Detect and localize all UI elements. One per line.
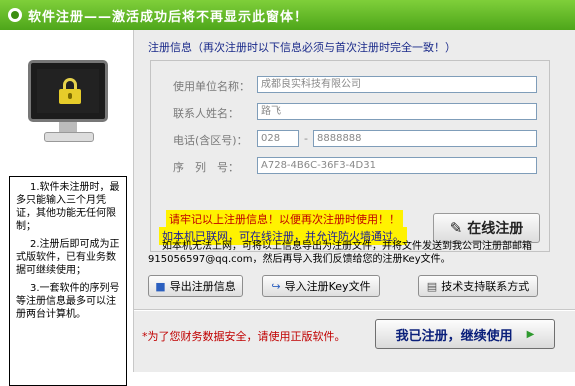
registration-info-group: 使用单位名称： 成都良实科技有限公司 联系人姓名： 路飞 电话(含区号)： 02…	[150, 60, 550, 252]
note-item: 3.一套软件的序列号等注册信息最多可以注册两台计算机。	[16, 283, 120, 320]
divider	[134, 309, 575, 311]
import-arrow-icon: ↪	[271, 279, 281, 293]
tech-support-label: 技术支持联系方式	[441, 280, 530, 293]
export-label: 导出注册信息	[169, 280, 236, 293]
main-panel: 注册信息（再次注册时以下信息必须与首次注册时完全一致！） 使用单位名称： 成都良…	[133, 30, 575, 372]
confirm-label: 我已注册，继续使用	[395, 328, 513, 344]
play-arrow-icon: ▶	[526, 328, 535, 340]
export-info-button[interactable]: ■ 导出注册信息	[148, 275, 243, 297]
contact-name-field[interactable]: 路飞	[257, 103, 537, 120]
phone-dash: -	[304, 132, 308, 145]
serial-label: 序 列 号：	[173, 161, 239, 174]
registration-notes: 1.软件未注册时，最多只能输入三个月凭证，其他功能无任何限制； 2.注册后即可成…	[9, 176, 127, 386]
remember-notice: 请牢记以上注册信息！以便再次注册时使用！！	[166, 210, 403, 228]
left-panel: 1.软件未注册时，最多只能输入三个月凭证，其他功能无任何限制； 2.注册后即可成…	[0, 30, 133, 386]
import-label: 导入注册Key文件	[284, 280, 371, 293]
serial-number-field[interactable]: A728-4B6C-36F3-4D31	[257, 157, 537, 174]
registered-continue-button[interactable]: 我已注册，继续使用 ▶	[375, 319, 555, 349]
contact-label: 联系人姓名：	[173, 107, 239, 120]
form-heading: 注册信息（再次注册时以下信息必须与首次注册时完全一致！）	[148, 41, 456, 54]
import-key-button[interactable]: ↪ 导入注册Key文件	[262, 275, 380, 297]
title-bar[interactable]: 软件注册——激活成功后将不再显示此窗体！	[0, 0, 575, 30]
locked-monitor-icon	[28, 60, 108, 148]
export-instructions: 如本机无法上网，可将以上信息导出为注册文件，并将文件发送到我公司注册部邮箱 91…	[148, 241, 532, 265]
pen-icon: ✎	[449, 219, 463, 237]
keyboard-icon: ▤	[426, 279, 438, 293]
registration-window: 软件注册——激活成功后将不再显示此窗体！ 1.软件未注册时，最多只能输入三个月凭…	[0, 0, 575, 386]
phone-label: 电话(含区号)：	[173, 134, 248, 147]
save-icon: ■	[155, 279, 166, 293]
online-register-label: 在线注册	[467, 221, 524, 237]
area-code-field[interactable]: 028	[257, 130, 299, 147]
unit-name-field[interactable]: 成都良实科技有限公司	[257, 76, 537, 93]
unit-label: 使用单位名称：	[173, 80, 250, 93]
app-icon	[8, 8, 22, 22]
note-item: 2.注册后即可成为正式版软件，已有业务数据可继续使用；	[16, 239, 120, 276]
legal-warning: *为了您财务数据安全，请使用正版软件。	[142, 330, 346, 343]
phone-number-field[interactable]: 8888888	[313, 130, 537, 147]
note-item: 1.软件未注册时，最多只能输入三个月凭证，其他功能无任何限制；	[16, 182, 120, 232]
window-title: 软件注册——激活成功后将不再显示此窗体！	[28, 9, 309, 25]
tech-support-button[interactable]: ▤ 技术支持联系方式	[418, 275, 538, 297]
online-register-button[interactable]: ✎ 在线注册	[433, 213, 540, 243]
